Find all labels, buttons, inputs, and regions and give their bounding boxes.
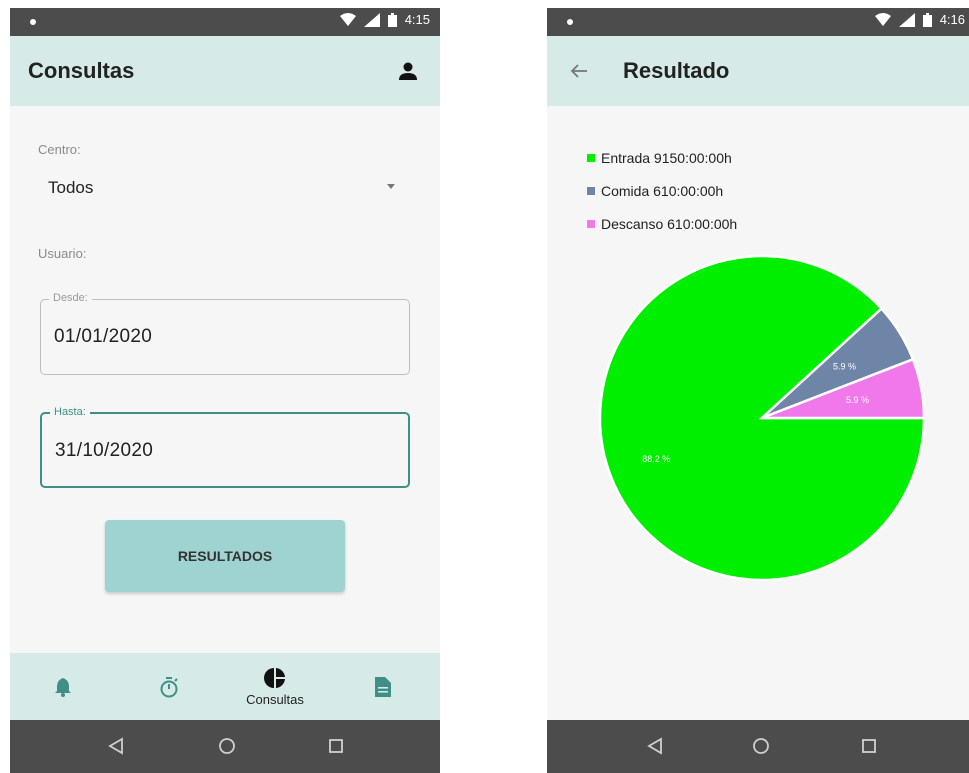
centro-label: Centro: (38, 142, 81, 157)
bell-icon (55, 677, 71, 697)
app-bar: Consultas (10, 36, 440, 106)
system-navigation-bar (10, 720, 440, 773)
resultados-button[interactable]: RESULTADOS (105, 520, 345, 592)
status-time: 4:15 (404, 12, 430, 27)
back-triangle-icon[interactable] (108, 737, 124, 755)
system-navigation-bar (547, 720, 969, 773)
status-bar: 4:15 (10, 8, 440, 36)
chevron-down-icon[interactable] (387, 184, 395, 189)
page-title: Consultas (28, 58, 135, 83)
nav-item-consultas[interactable]: Consultas (230, 653, 320, 720)
recents-square-icon[interactable] (328, 737, 344, 755)
recents-square-icon[interactable] (861, 737, 877, 755)
nav-item-timer[interactable] (154, 653, 184, 720)
pie-chart: 88.2 % 5.9 % 5.9 % (598, 254, 926, 582)
hasta-label: Hasta: (50, 406, 90, 418)
nav-item-documents[interactable] (368, 653, 398, 720)
pie-slice-label: 5.9 % (833, 362, 856, 372)
nav-item-notifications[interactable] (48, 653, 78, 720)
pie-slice-label: 88.2 % (642, 454, 670, 464)
centro-select[interactable]: Todos (48, 178, 93, 198)
desde-label: Desde: (49, 292, 92, 304)
pie-chart-icon (264, 667, 285, 688)
bottom-navigation: Consultas (10, 653, 440, 720)
nav-label-consultas: Consultas (246, 691, 304, 707)
desde-field[interactable]: Desde: 01/01/2020 (40, 292, 410, 375)
consultas-screen: 4:15 Consultas Centro: Todos Usuario: De… (10, 8, 440, 773)
usuario-label: Usuario: (38, 246, 87, 261)
home-circle-icon[interactable] (752, 737, 770, 755)
wifi-icon (339, 12, 356, 26)
account-icon[interactable] (396, 59, 420, 83)
document-icon (375, 676, 391, 697)
hasta-value[interactable]: 31/10/2020 (55, 440, 153, 462)
back-triangle-icon[interactable] (647, 737, 663, 755)
signal-icon (363, 12, 380, 27)
pie-slice-label: 5.9 % (846, 395, 869, 405)
desde-value[interactable]: 01/01/2020 (54, 326, 152, 348)
resultado-screen: 4:16 Resultado Entrada 9150:00:00h Comid… (547, 8, 969, 773)
stopwatch-icon (160, 676, 178, 697)
hasta-field[interactable]: Hasta: 31/10/2020 (40, 406, 410, 488)
battery-icon (387, 12, 397, 27)
home-circle-icon[interactable] (218, 737, 236, 755)
notification-dot-icon (30, 19, 36, 25)
